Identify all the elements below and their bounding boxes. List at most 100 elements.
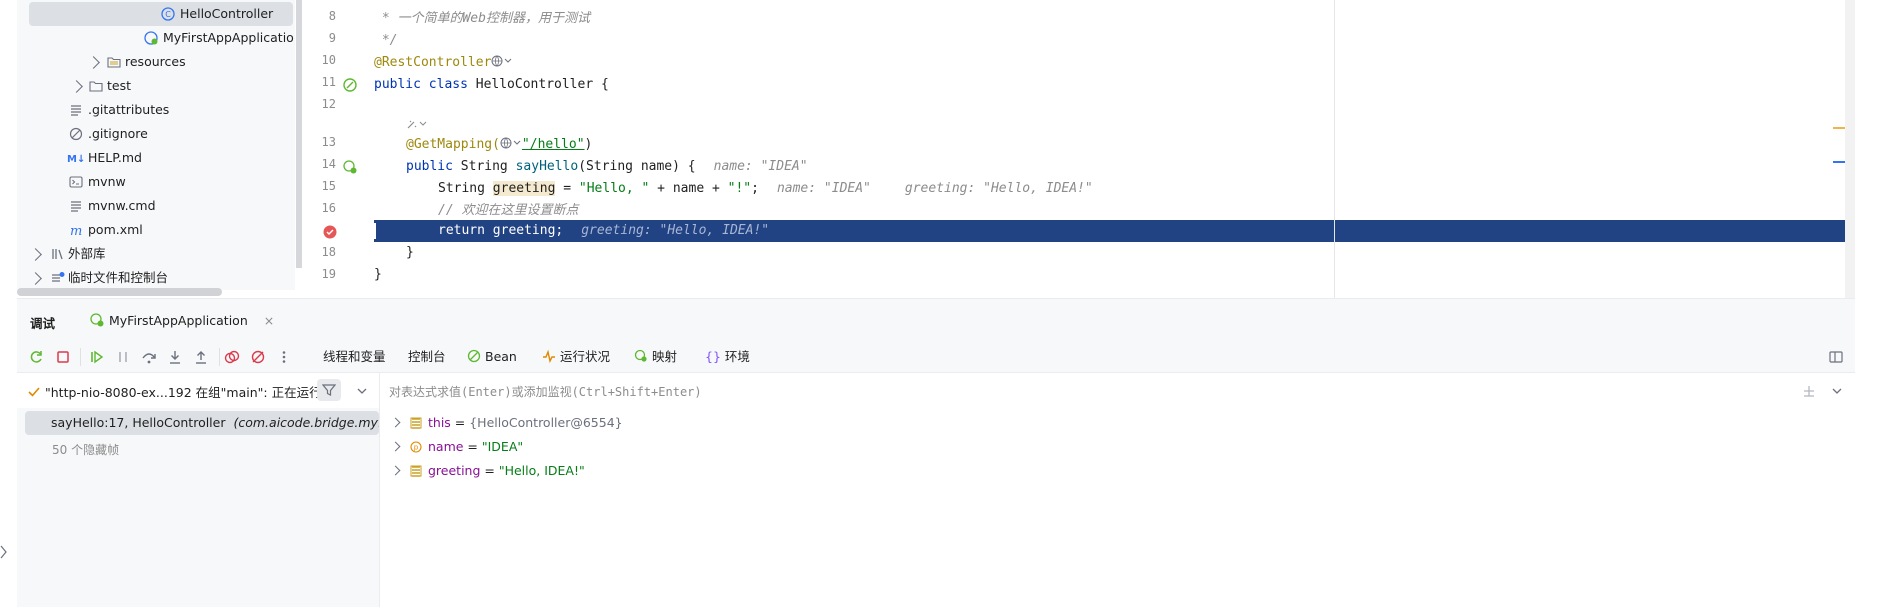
collapse-side-panel-icon[interactable] bbox=[0, 545, 8, 559]
tab-environment[interactable]: {} 环境 bbox=[705, 342, 750, 372]
tree-item-label: 临时文件和控制台 bbox=[68, 270, 169, 285]
globe-chevron-icon[interactable] bbox=[491, 55, 513, 67]
close-icon[interactable]: × bbox=[264, 313, 274, 328]
tree-item-label: MyFirstAppApplication bbox=[163, 30, 295, 45]
chevron-right-icon[interactable] bbox=[29, 272, 42, 285]
chevron-right-icon[interactable] bbox=[70, 80, 83, 93]
maven-icon: m bbox=[70, 224, 82, 237]
tab-console[interactable]: 控制台 bbox=[408, 342, 446, 372]
step-into-icon[interactable] bbox=[167, 349, 183, 365]
tree-item-label: HelloController bbox=[180, 6, 274, 21]
chevron-down-icon[interactable] bbox=[356, 385, 368, 397]
tree-horizontal-scrollbar[interactable] bbox=[17, 288, 222, 296]
rerun-icon[interactable] bbox=[28, 349, 44, 365]
chevron-right-icon[interactable] bbox=[390, 441, 401, 452]
thread-selector[interactable]: "http-nio-8080-ex...192 在组"main": 正在运行 bbox=[27, 382, 322, 401]
tree-item-label: .gitignore bbox=[88, 126, 148, 141]
tree-item-label: .gitattributes bbox=[88, 102, 170, 117]
line-number: 10 bbox=[321, 53, 336, 67]
mappings-icon bbox=[634, 349, 647, 362]
variable-row-name[interactable]: p name = "IDEA" bbox=[390, 435, 523, 459]
add-watch-icon[interactable] bbox=[1801, 383, 1817, 399]
line-number: 19 bbox=[321, 267, 336, 281]
class-icon: C bbox=[161, 7, 175, 21]
text-file-icon bbox=[71, 201, 81, 212]
parameter-icon: p bbox=[410, 441, 422, 453]
scroll-marker[interactable] bbox=[1833, 161, 1845, 163]
tab-mappings[interactable]: 映射 bbox=[634, 342, 677, 372]
spring-bean-gutter-icon[interactable] bbox=[342, 77, 358, 93]
breakpoint-icon[interactable] bbox=[322, 224, 338, 240]
inline-debug-value: greeting: "Hello, IDEA!" bbox=[904, 181, 1093, 196]
chevron-right-icon[interactable] bbox=[29, 248, 42, 261]
step-over-icon[interactable] bbox=[141, 349, 157, 365]
debug-tool-header: 调试 MyFirstAppApplication × bbox=[17, 298, 1855, 343]
chevron-right-icon[interactable] bbox=[390, 465, 401, 476]
layout-settings-icon[interactable] bbox=[1828, 349, 1844, 365]
line-number: 9 bbox=[328, 31, 336, 45]
tree-item-label: test bbox=[107, 78, 132, 93]
variables-panel: this = {HelloController@6554} p name = "I… bbox=[380, 408, 1855, 607]
svg-text:m: m bbox=[70, 224, 82, 237]
chevron-right-icon[interactable] bbox=[87, 56, 100, 69]
line-number: 14 bbox=[321, 157, 336, 171]
code-line-13: @GetMapping("/hello") bbox=[406, 137, 593, 152]
ai-suggestion-icon[interactable] bbox=[406, 118, 428, 134]
step-out-icon[interactable] bbox=[193, 349, 209, 365]
filter-icon bbox=[321, 384, 337, 396]
editor-scrollbar[interactable] bbox=[1833, 0, 1855, 298]
library-icon bbox=[52, 249, 63, 260]
debug-tool-title: 调试 bbox=[30, 316, 56, 331]
code-editor[interactable]: * 一个简单的Web控制器，用于测试 */ @RestController pu… bbox=[374, 0, 1854, 298]
folder-icon bbox=[107, 57, 121, 68]
svg-text:C: C bbox=[165, 10, 171, 19]
line-number: 15 bbox=[321, 179, 336, 193]
expression-input[interactable]: 对表达式求值(Enter)或添加监视(Ctrl+Shift+Enter) bbox=[389, 383, 702, 400]
mapping-path-link[interactable]: "/hello" bbox=[522, 137, 585, 152]
scratch-icon bbox=[52, 272, 65, 282]
inline-debug-value: greeting: "Hello, IDEA!" bbox=[581, 223, 770, 238]
line-number: 12 bbox=[321, 97, 336, 111]
debug-toolbar: 线程和变量 控制台 Bean 运行状况 映射 {} 环境 bbox=[17, 342, 1855, 374]
tree-item-label: resources bbox=[125, 54, 186, 69]
stop-icon[interactable] bbox=[55, 349, 71, 365]
request-mapping-gutter-icon[interactable] bbox=[342, 159, 358, 175]
shell-script-icon bbox=[69, 176, 83, 188]
filter-button[interactable] bbox=[317, 379, 341, 401]
spring-boot-class-icon bbox=[144, 31, 158, 45]
tree-item-label: HELP.md bbox=[88, 150, 142, 165]
hidden-frames-label[interactable]: 50 个隐藏帧 bbox=[52, 438, 119, 462]
more-options-icon[interactable] bbox=[276, 349, 292, 365]
tab-health[interactable]: 运行状况 bbox=[542, 342, 610, 372]
tab-bean[interactable]: Bean bbox=[467, 342, 517, 372]
text-caret bbox=[374, 223, 376, 239]
inline-debug-value: name: "IDEA" bbox=[776, 181, 871, 196]
editor-gutter[interactable]: 8 9 10 11 12 13 14 15 16 17 18 19 bbox=[302, 0, 374, 298]
line-number: 18 bbox=[321, 245, 336, 259]
code-line-14: public String sayHello(String name) {nam… bbox=[406, 159, 808, 174]
globe-chevron-icon[interactable] bbox=[500, 137, 522, 149]
resume-icon[interactable] bbox=[89, 349, 105, 365]
folder-icon bbox=[89, 81, 103, 92]
tree-item-label: mvnw.cmd bbox=[88, 198, 156, 213]
pause-icon[interactable] bbox=[115, 349, 131, 365]
view-breakpoints-icon[interactable] bbox=[224, 349, 240, 365]
tree-item-label: 外部库 bbox=[68, 246, 106, 261]
environment-icon: {} bbox=[705, 349, 721, 364]
tab-threads-variables[interactable]: 线程和变量 bbox=[323, 342, 386, 374]
scroll-marker[interactable] bbox=[1833, 127, 1845, 129]
variable-row-greeting[interactable]: greeting = "Hello, IDEA!" bbox=[390, 459, 585, 483]
line-number: 11 bbox=[321, 75, 336, 89]
stack-frame-row[interactable]: sayHello:17, HelloController (com.aicode… bbox=[25, 411, 379, 435]
svg-text:p: p bbox=[414, 444, 419, 452]
markdown-icon: M↓ bbox=[67, 154, 85, 165]
tree-item-hellocontroller[interactable]: C HelloController bbox=[29, 2, 293, 26]
variable-row-this[interactable]: this = {HelloController@6554} bbox=[390, 411, 623, 435]
thread-label: "http-nio-8080-ex...192 在组"main": 正在运行 bbox=[45, 385, 322, 400]
chevron-right-icon[interactable] bbox=[390, 417, 401, 428]
mute-breakpoints-icon[interactable] bbox=[250, 349, 266, 365]
debug-session-tab[interactable]: MyFirstAppApplication × bbox=[81, 307, 282, 335]
chevron-down-icon[interactable] bbox=[1831, 385, 1843, 397]
ignore-file-icon bbox=[69, 127, 83, 141]
field-icon bbox=[410, 465, 422, 477]
